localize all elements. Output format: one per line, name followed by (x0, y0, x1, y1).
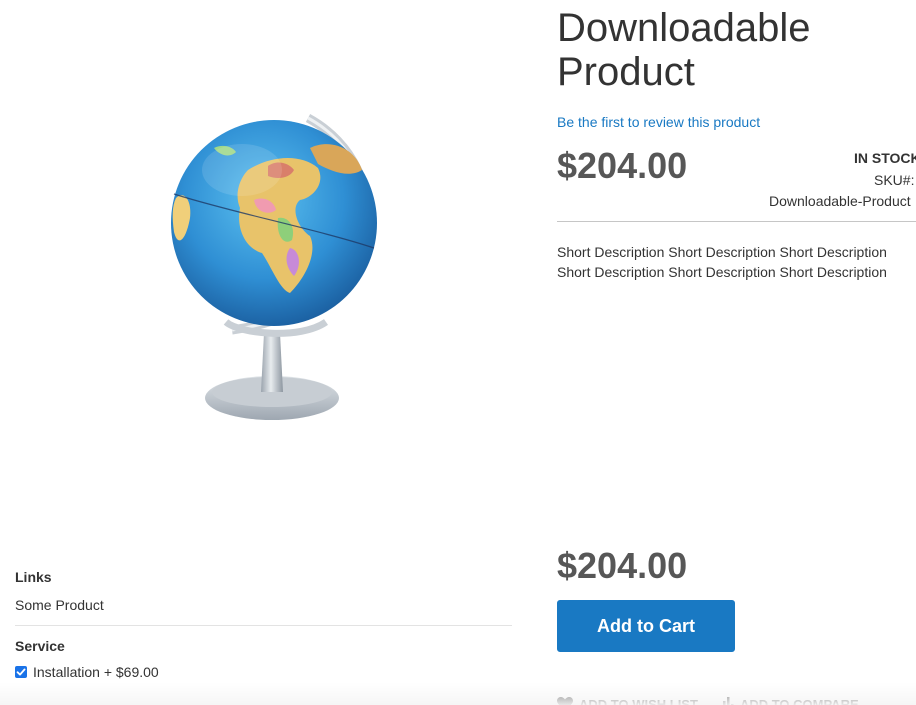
globe-product-image (171, 114, 377, 420)
product-price: $204.00 (557, 145, 688, 186)
service-option-installation[interactable]: Installation + $69.00 (15, 664, 159, 680)
add-to-wishlist-link[interactable]: ADD TO WISH LIST (557, 697, 698, 705)
add-to-cart-button[interactable]: Add to Cart (557, 600, 735, 652)
links-item: Some Product (15, 597, 104, 613)
product-image[interactable] (150, 108, 400, 428)
heart-icon (557, 697, 573, 705)
sku-label: SKU#: (874, 172, 915, 188)
compare-label: ADD TO COMPARE (739, 696, 859, 705)
page-title: Downloadable Product (557, 6, 811, 94)
info-divider (557, 221, 916, 222)
review-link[interactable]: Be the first to review this product (557, 114, 760, 130)
wishlist-label: ADD TO WISH LIST (579, 696, 698, 705)
product-social-actions: ADD TO WISH LIST ADD TO COMPARE (557, 694, 883, 705)
add-to-compare-link[interactable]: ADD TO COMPARE (722, 697, 859, 705)
product-page: Downloadable Product Be the first to rev… (0, 0, 916, 705)
checkmark-icon (16, 668, 26, 676)
links-heading: Links (15, 569, 52, 585)
final-price: $204.00 (557, 545, 688, 586)
sku-value: Downloadable-Product (769, 193, 911, 209)
short-description: Short Description Short Description Shor… (557, 244, 887, 280)
installation-checkbox[interactable] (15, 666, 27, 678)
installation-label: Installation + $69.00 (33, 664, 159, 680)
service-heading: Service (15, 638, 65, 654)
stock-status: IN STOCK (854, 150, 916, 166)
compare-bars-icon (722, 697, 734, 705)
options-divider (15, 625, 512, 626)
